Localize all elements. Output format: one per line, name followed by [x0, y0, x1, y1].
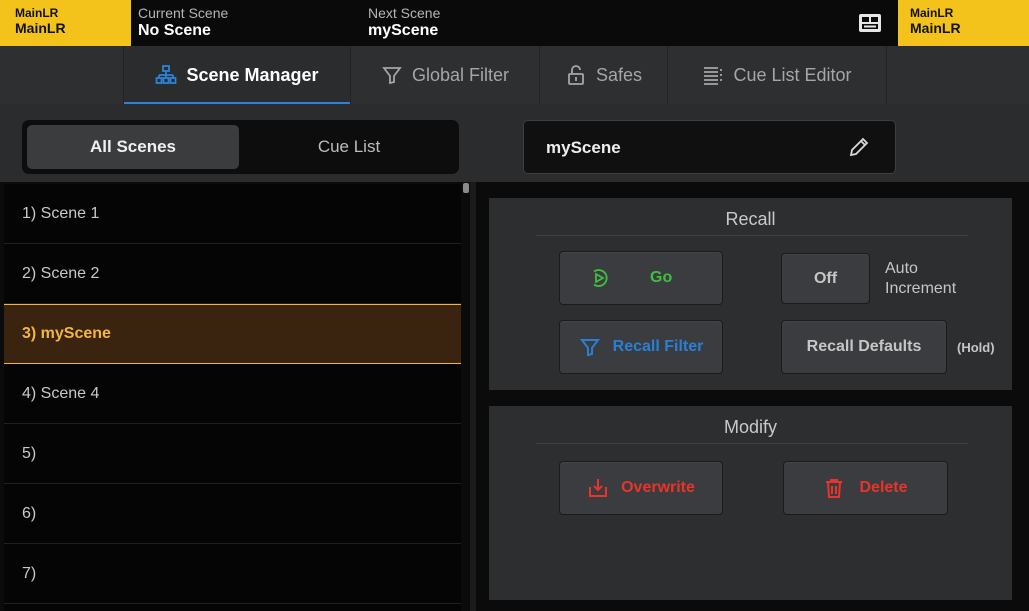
next-scene-caption: Next Scene [368, 5, 441, 21]
main-bus-left-line2: MainLR [15, 20, 66, 36]
tab-safes-label: Safes [595, 64, 643, 85]
top-status-bar: MainLR MainLR Current Scene No Scene Nex… [0, 0, 1029, 46]
tab-safes[interactable]: Safes [540, 46, 668, 104]
recall-defaults-button[interactable]: Recall Defaults [781, 320, 947, 374]
delete-label: Delete [859, 479, 908, 496]
all-scenes-toggle[interactable]: All Scenes [27, 125, 239, 169]
cue-list-toggle[interactable]: Cue List [244, 125, 454, 169]
tab-global-filter-label: Global Filter [411, 64, 510, 85]
modify-divider [536, 443, 968, 444]
tab-global-filter[interactable]: Global Filter [351, 46, 540, 104]
go-button[interactable]: Go [559, 251, 723, 305]
scene-list-item[interactable]: 1) Scene 1 [4, 184, 461, 244]
current-scene-caption: Current Scene [138, 5, 229, 21]
list-divider [470, 182, 476, 611]
hold-note: (Hold) [957, 340, 995, 355]
scene-toolbar: All Scenes Cue List myScene [0, 104, 1029, 182]
scene-list-item[interactable]: 5) [4, 424, 461, 484]
auto-increment-label-line1: Auto [885, 260, 918, 277]
main-bus-left-line1: MainLR [15, 6, 59, 20]
list-icon [704, 67, 723, 85]
tab-cue-list-editor[interactable]: Cue List Editor [668, 46, 887, 104]
current-scene-info: Current Scene No Scene [138, 5, 228, 41]
tab-bar: Scene Manager Global Filter Safes Cue Li… [0, 46, 1029, 104]
main-bus-left-indicator[interactable]: MainLR MainLR [0, 0, 131, 46]
scene-list[interactable]: 1) Scene 1 2) Scene 2 3) myScene 4) Scen… [4, 184, 461, 611]
scene-list-item[interactable]: 2) Scene 2 [4, 244, 461, 304]
auto-increment-label-line2: Increment [885, 280, 957, 297]
overwrite-label: Overwrite [621, 479, 695, 496]
go-label: Go [650, 269, 673, 286]
pencil-icon[interactable] [847, 135, 871, 159]
scene-list-item[interactable]: 6) [4, 484, 461, 544]
current-scene-value: No Scene [138, 22, 211, 39]
hierarchy-icon [156, 65, 177, 84]
scene-list-item[interactable]: 4) Scene 4 [4, 364, 461, 424]
scene-list-scrollbar[interactable] [463, 183, 469, 193]
overwrite-button[interactable]: Overwrite [559, 461, 723, 515]
filter-icon [382, 67, 402, 85]
tab-cue-list-editor-label: Cue List Editor [733, 64, 852, 85]
trash-icon [826, 479, 843, 498]
recall-divider [536, 235, 968, 236]
main-bus-right-indicator[interactable]: MainLR MainLR [898, 0, 1029, 46]
next-scene-value: myScene [368, 22, 439, 39]
tab-scene-manager-label: Scene Manager [186, 64, 319, 85]
save-arrow-icon [589, 479, 608, 497]
modify-panel-title: Modify [723, 417, 777, 437]
play-circle-icon [593, 269, 608, 287]
auto-increment-label: Auto Increment [885, 259, 956, 299]
scene-list-item[interactable]: 7) [4, 544, 461, 604]
recall-panel-title: Recall [725, 209, 776, 229]
scene-list-item-selected[interactable]: 3) myScene [4, 304, 461, 364]
sd-card-icon [859, 14, 881, 32]
next-scene-info: Next Scene myScene [368, 5, 440, 41]
recall-filter-label: Recall Filter [612, 338, 704, 355]
main-bus-right-line2: MainLR [910, 20, 961, 36]
padlock-icon [568, 65, 584, 85]
recall-filter-button[interactable]: Recall Filter [559, 320, 723, 374]
modify-panel: Modify Overwrite Delete [489, 406, 1012, 600]
delete-button[interactable]: Delete [783, 461, 948, 515]
main-bus-right-line1: MainLR [910, 6, 954, 20]
auto-increment-toggle[interactable]: Off [781, 253, 870, 304]
filter-icon [579, 339, 600, 357]
tab-scene-manager[interactable]: Scene Manager [123, 46, 351, 104]
recall-panel: Recall Go Off Auto Increment Recall Filt… [489, 198, 1012, 390]
scene-name-value: myScene [546, 138, 621, 157]
scene-name-field[interactable]: myScene [523, 120, 896, 174]
view-toggle: All Scenes Cue List [22, 120, 459, 174]
